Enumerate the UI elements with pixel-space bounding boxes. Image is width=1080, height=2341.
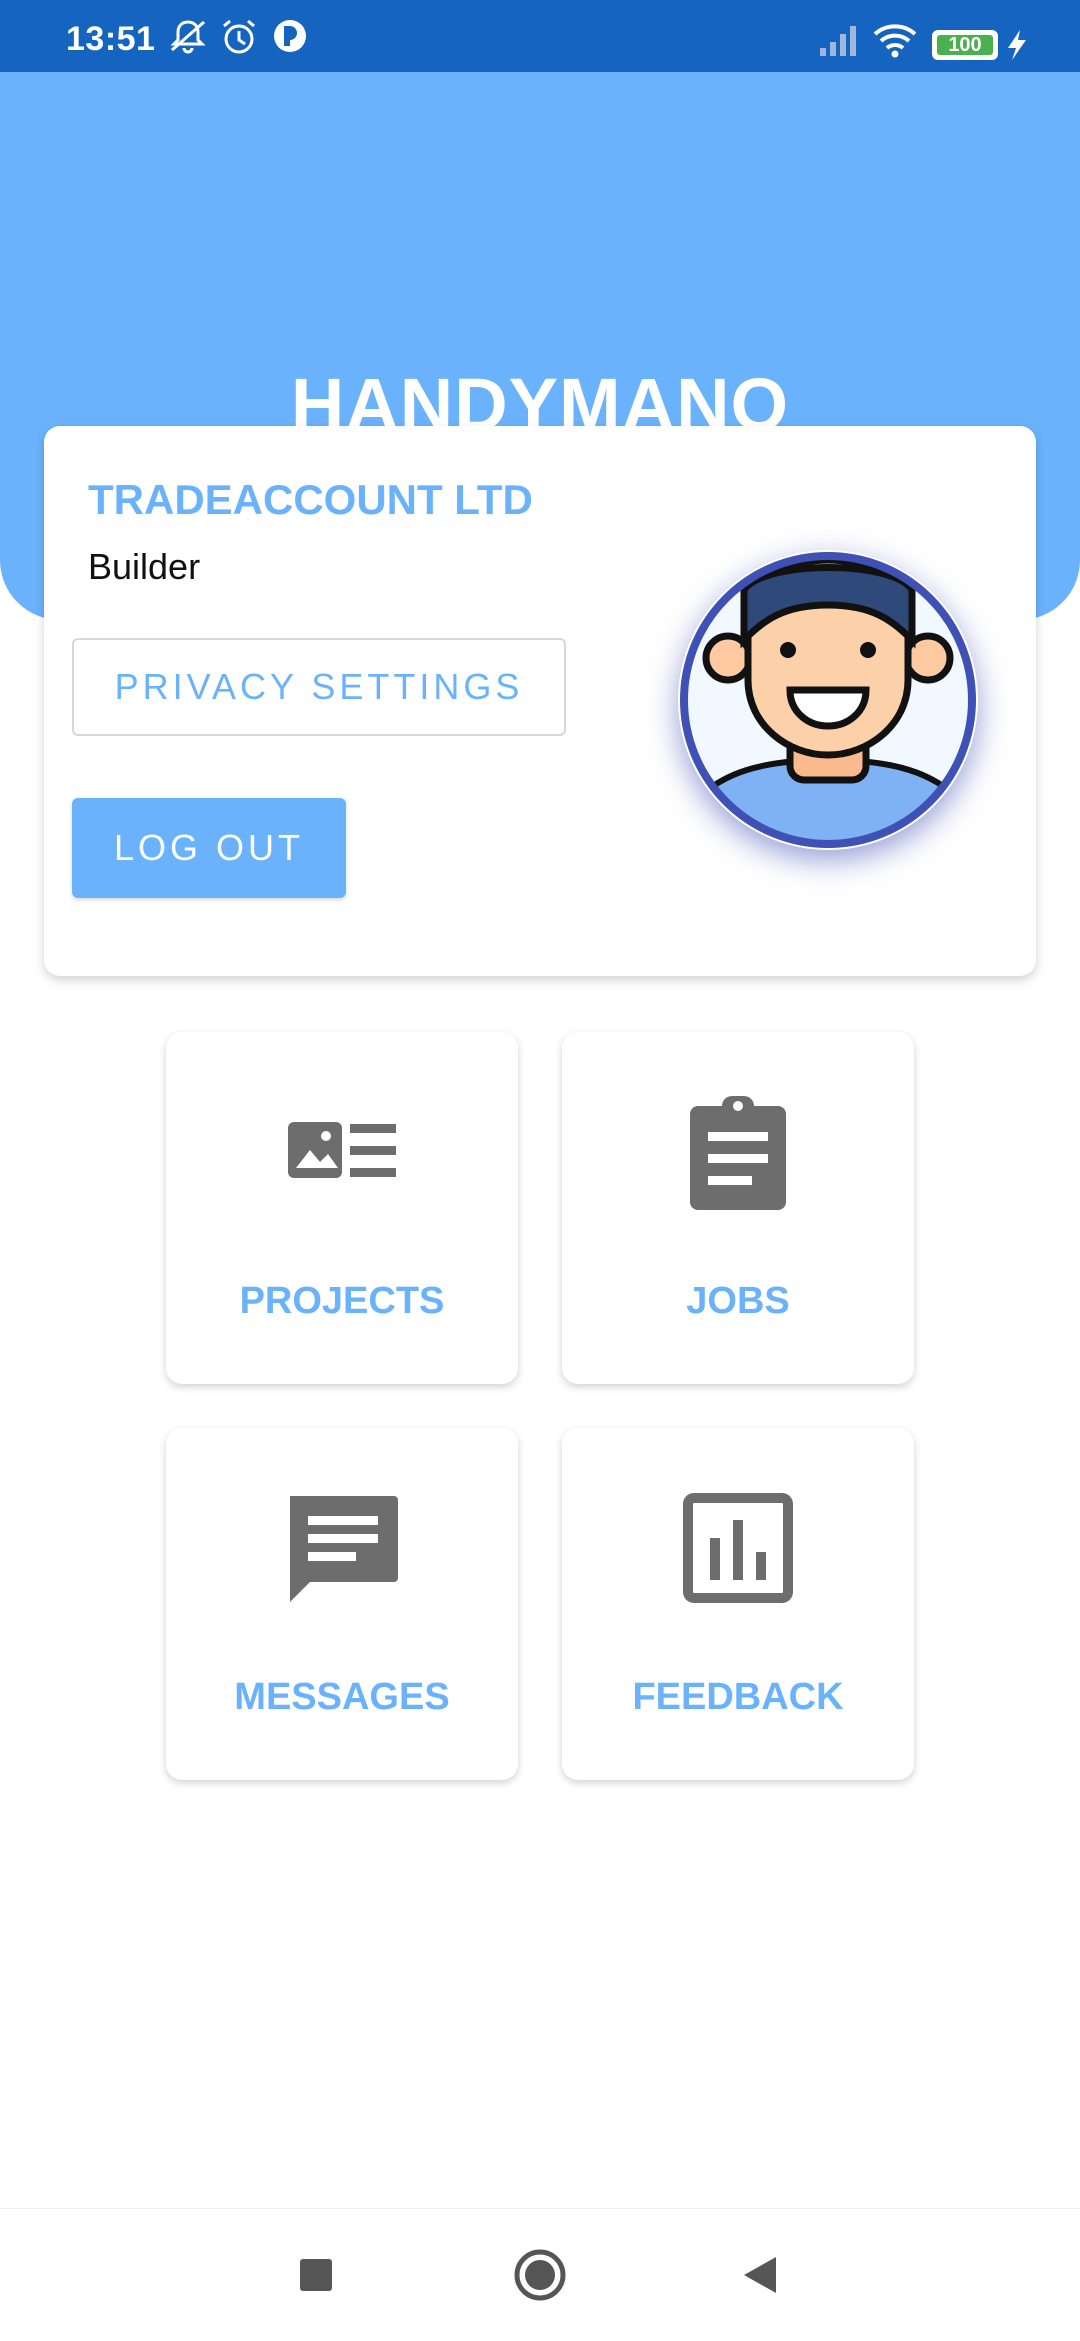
signal-icon [820,26,856,56]
recent-apps-icon[interactable] [296,2255,336,2295]
logout-button[interactable]: LOG OUT [72,798,346,898]
message-icon [290,1496,398,1602]
status-time: 13:51 [66,20,156,58]
home-icon[interactable] [512,2247,568,2303]
clipboard-icon [690,1096,786,1210]
projects-icon [288,1122,396,1178]
feedback-label: FEEDBACK [632,1676,844,1718]
back-icon[interactable] [740,2253,780,2297]
notifications-off-icon [170,20,206,54]
user-avatar-icon [680,552,976,848]
alarm-icon [223,19,255,54]
profile-card: TRADEACCOUNT LTD Builder PRIVACY SETTING… [44,426,1036,976]
projects-label: PROJECTS [239,1280,445,1322]
app-icon [274,20,306,52]
charging-icon [1008,30,1026,60]
jobs-label: JOBS [686,1280,790,1322]
wifi-icon [873,24,917,58]
user-role: Builder [88,546,201,587]
messages-label: MESSAGES [234,1676,450,1718]
messages-tile[interactable]: MESSAGES [166,1428,518,1780]
jobs-tile[interactable]: JOBS [562,1032,914,1384]
bar-chart-icon [683,1493,793,1603]
projects-tile[interactable]: PROJECTS [166,1032,518,1384]
privacy-settings-button[interactable]: PRIVACY SETTINGS [72,638,566,736]
battery-level: 100 [948,34,982,56]
system-nav-bar [0,2208,1080,2341]
battery-icon: 100 [932,30,998,60]
company-name: TRADEACCOUNT LTD [88,476,533,523]
status-bar: 13:51 100 [0,0,1080,72]
feedback-tile[interactable]: FEEDBACK [562,1428,914,1780]
